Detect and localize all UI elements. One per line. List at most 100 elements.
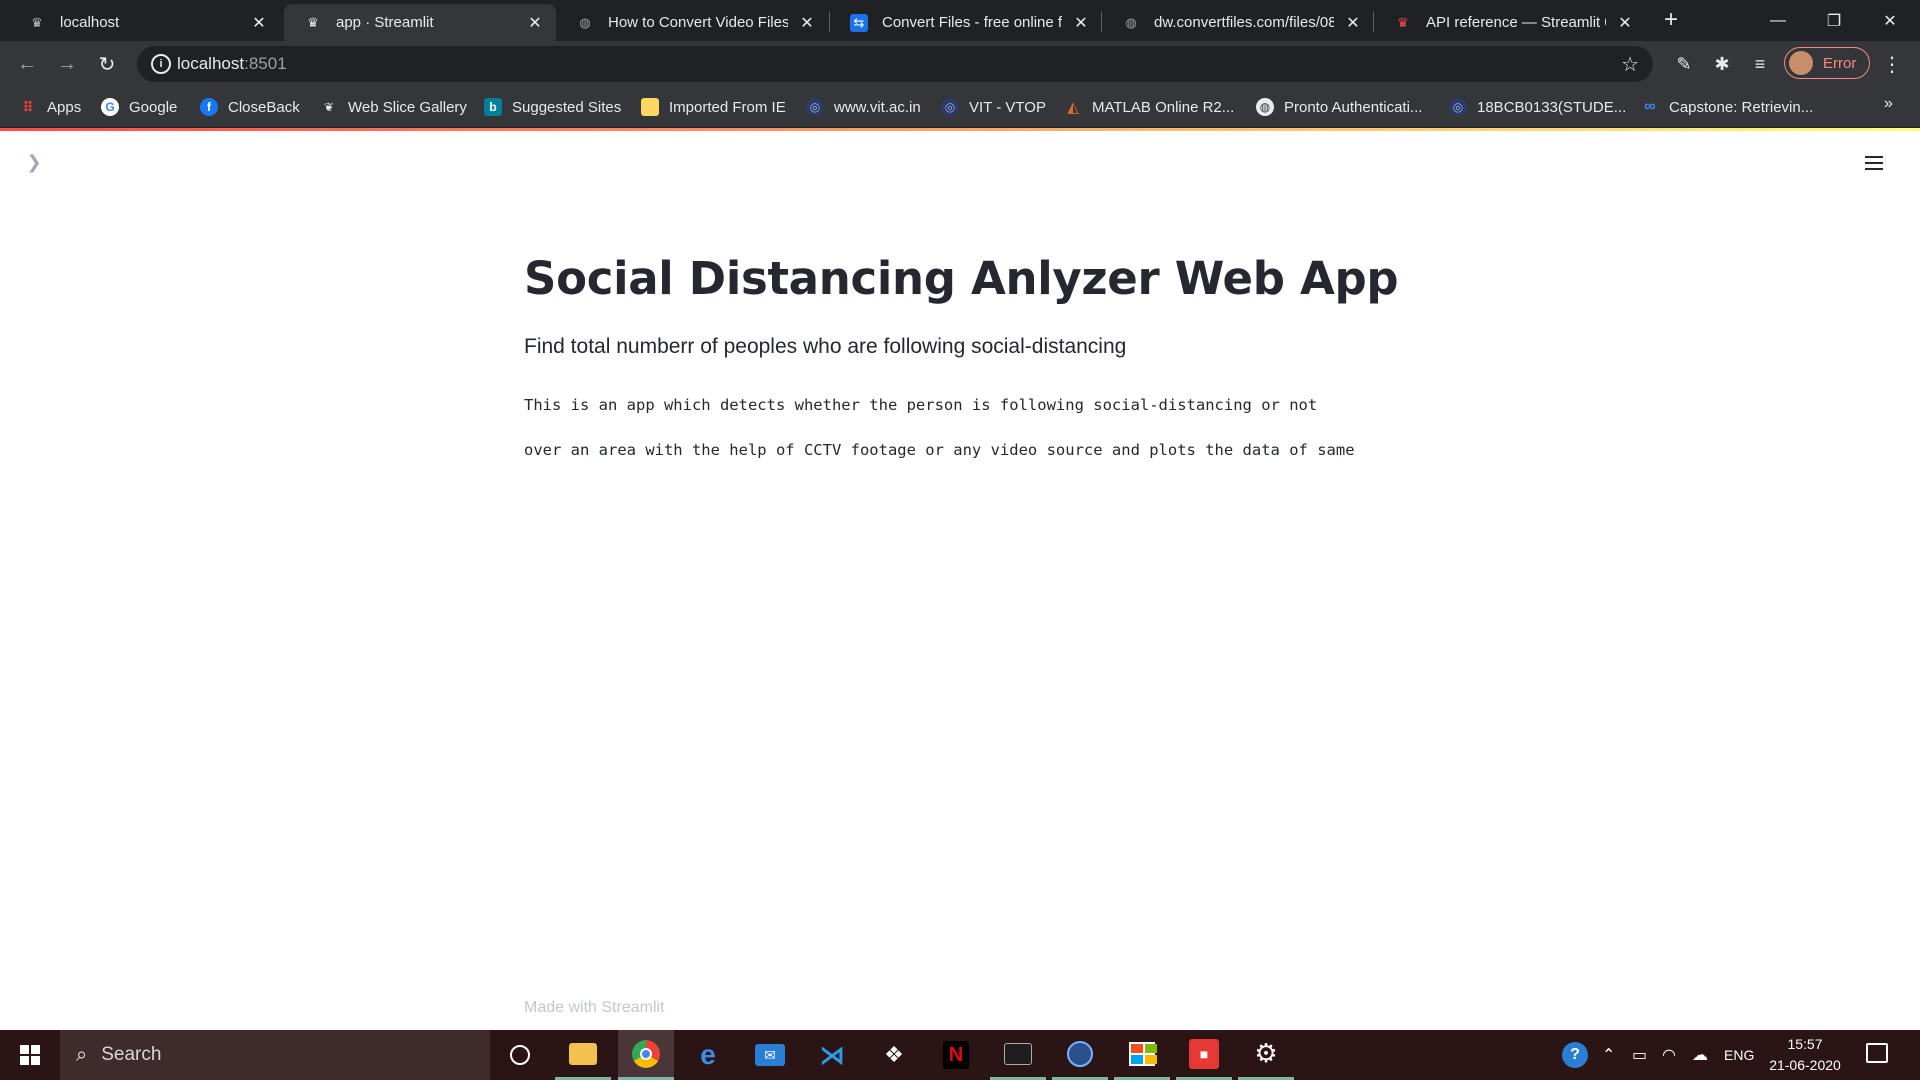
bookmark-closeback[interactable]: f CloseBack [200, 87, 300, 127]
bookmark-star-icon[interactable]: ☆ [1621, 52, 1639, 77]
close-window-icon[interactable]: ✕ [1862, 0, 1918, 41]
bookmark-capstone[interactable]: ∞ Capstone: Retrievin... [1641, 87, 1813, 127]
url-port: :8501 [244, 54, 287, 73]
edge-icon[interactable]: e [680, 1030, 736, 1080]
forward-icon[interactable]: → [51, 48, 83, 80]
chevron-right-icon[interactable]: ❯ [24, 152, 44, 173]
tab-localhost[interactable]: ♛ localhost ✕ [8, 4, 280, 41]
extension-pen-icon[interactable]: ✎ [1672, 52, 1696, 76]
screen-recorder-icon[interactable]: ■ [1176, 1030, 1232, 1080]
address-bar[interactable]: i localhost:8501 ☆ [137, 46, 1653, 82]
matlab-icon: ◭ [1067, 99, 1079, 116]
bookmark-label: CloseBack [228, 98, 300, 116]
tab-title: app · Streamlit [336, 14, 434, 31]
more-bookmarks-icon[interactable]: » [1884, 95, 1893, 113]
bookmark-google[interactable]: G Google [101, 87, 177, 127]
tab-dw-convertfiles[interactable]: ◍ dw.convertfiles.com/files/082 ✕ [1102, 4, 1374, 41]
page-title: Social Distancing Anlyzer Web App [524, 252, 1399, 305]
globe-icon: ◍ [1125, 14, 1137, 30]
bookmark-label: 18BCB0133(STUDE... [1477, 98, 1627, 116]
tab-title: API reference — Streamlit 0.6 [1426, 14, 1606, 31]
extensions-puzzle-icon[interactable]: ✱ [1710, 52, 1734, 76]
bookmark-label: Suggested Sites [512, 98, 622, 116]
bookmark-label: Web Slice Gallery [348, 98, 467, 116]
bookmark-apps[interactable]: ⠿ Apps [19, 87, 82, 127]
google-icon: G [101, 98, 119, 116]
bookmark-label: Pronto Authenticati... [1284, 98, 1423, 116]
onedrive-icon[interactable]: ☁ [1692, 1030, 1708, 1080]
tab-how-to-convert[interactable]: ◍ How to Convert Video Files | ✕ [556, 4, 828, 41]
vit-icon: ◎ [806, 98, 824, 116]
profile-status-label: Error [1823, 54, 1857, 72]
hamburger-menu-icon[interactable] [1862, 152, 1886, 174]
address-url[interactable]: localhost:8501 [177, 54, 287, 74]
vscode-icon[interactable]: ⋊ [804, 1030, 860, 1080]
tab-convert-files[interactable]: ⇆ Convert Files - free online file ✕ [830, 4, 1102, 41]
made-with-streamlit-link[interactable]: Made with Streamlit [524, 999, 665, 1017]
bookmark-imported-from-ie[interactable]: Imported From IE [641, 87, 786, 127]
chrome-icon[interactable] [618, 1030, 674, 1080]
convertfiles-icon: ⇆ [850, 13, 868, 32]
close-icon[interactable]: ✕ [250, 13, 268, 33]
notification-center-icon[interactable] [1866, 1043, 1888, 1063]
site-info-icon[interactable]: i [151, 54, 171, 74]
new-tab-button[interactable]: + [1657, 6, 1685, 34]
search-icon: ⌕ [76, 1043, 88, 1066]
streamlit-crown-icon: ♛ [31, 14, 43, 30]
close-icon[interactable]: ✕ [1616, 13, 1634, 33]
main-content: Social Distancing Anlyzer Web App Find t… [524, 252, 1424, 473]
tab-app-streamlit[interactable]: ♛ app · Streamlit ✕ [284, 4, 556, 41]
terminal-icon[interactable] [990, 1030, 1046, 1080]
close-icon[interactable]: ✕ [1072, 13, 1090, 33]
cortana-icon[interactable] [492, 1030, 548, 1080]
windows-taskbar: ⌕ Search e ✉ ⋊ ❖ N ■ ⚙ ? ⌃ ▭ ◠ ☁ ENG 15:… [0, 1030, 1920, 1080]
bookmark-suggested-sites[interactable]: b Suggested Sites [484, 87, 621, 127]
bookmark-label: Apps [47, 98, 82, 116]
description-line: over an area with the help of CCTV foota… [524, 441, 1355, 459]
taskbar-search-box[interactable]: ⌕ Search [60, 1030, 490, 1080]
restore-icon[interactable]: ❐ [1806, 0, 1862, 41]
dropbox-icon[interactable]: ❖ [866, 1030, 922, 1080]
folder-icon [641, 98, 659, 116]
close-icon[interactable]: ✕ [526, 13, 544, 33]
browser-menu-icon[interactable]: ⋮ [1880, 52, 1904, 77]
bookmark-vit[interactable]: ◎ www.vit.ac.in [806, 87, 921, 127]
close-icon[interactable]: ✕ [1344, 13, 1362, 33]
tab-api-reference[interactable]: ♛ API reference — Streamlit 0.6 ✕ [1374, 4, 1646, 41]
streamlit-crown-icon: ♛ [307, 14, 319, 30]
netflix-icon[interactable]: N [928, 1030, 984, 1080]
browser-tab-strip: ♛ localhost ✕ ♛ app · Streamlit ✕ ◍ How … [0, 0, 1920, 41]
language-indicator[interactable]: ENG [1724, 1030, 1754, 1080]
mail-icon[interactable]: ✉ [742, 1030, 798, 1080]
bookmark-pronto[interactable]: ◍ Pronto Authenticati... [1256, 87, 1422, 127]
bookmark-label: VIT - VTOP [969, 98, 1046, 116]
bookmark-matlab-online[interactable]: ◭ MATLAB Online R2... [1064, 87, 1234, 127]
media-control-icon[interactable]: ≡ [1748, 52, 1772, 76]
apps-grid-icon: ⠿ [22, 98, 34, 115]
windows-logo-icon [20, 1045, 40, 1065]
reload-icon[interactable]: ↻ [91, 48, 123, 80]
bookmark-vit-vtop[interactable]: ◎ VIT - VTOP [941, 87, 1046, 127]
start-button[interactable] [0, 1030, 60, 1080]
page-subtitle: Find total numberr of peoples who are fo… [524, 335, 1127, 358]
bookmark-label: Capstone: Retrievin... [1669, 98, 1814, 116]
settings-icon[interactable]: ⚙ [1238, 1030, 1294, 1080]
bookmark-label: Google [129, 98, 178, 116]
tab-title: Convert Files - free online file [882, 14, 1062, 31]
back-icon[interactable]: ← [11, 48, 43, 80]
wifi-icon[interactable]: ◠ [1662, 1030, 1676, 1080]
store-icon[interactable] [1114, 1030, 1170, 1080]
app-description: This is an app which detects whether the… [524, 383, 1424, 473]
minimize-icon[interactable]: — [1750, 0, 1806, 41]
chevron-up-icon[interactable]: ⌃ [1602, 1030, 1615, 1080]
file-explorer-icon[interactable] [555, 1030, 611, 1080]
infinity-icon: ∞ [1644, 98, 1656, 115]
bookmark-18bcb0133[interactable]: ◎ 18BCB0133(STUDE... [1449, 87, 1626, 127]
battery-icon[interactable]: ▭ [1632, 1030, 1647, 1080]
profile-error-button[interactable]: Error [1784, 47, 1870, 79]
help-icon[interactable]: ? [1562, 1030, 1588, 1080]
bookmark-web-slice-gallery[interactable]: ❦ Web Slice Gallery [320, 87, 467, 127]
close-icon[interactable]: ✕ [798, 13, 816, 33]
anaconda-icon[interactable] [1052, 1030, 1108, 1080]
taskbar-clock[interactable]: 15:57 21-06-2020 [1760, 1034, 1850, 1076]
